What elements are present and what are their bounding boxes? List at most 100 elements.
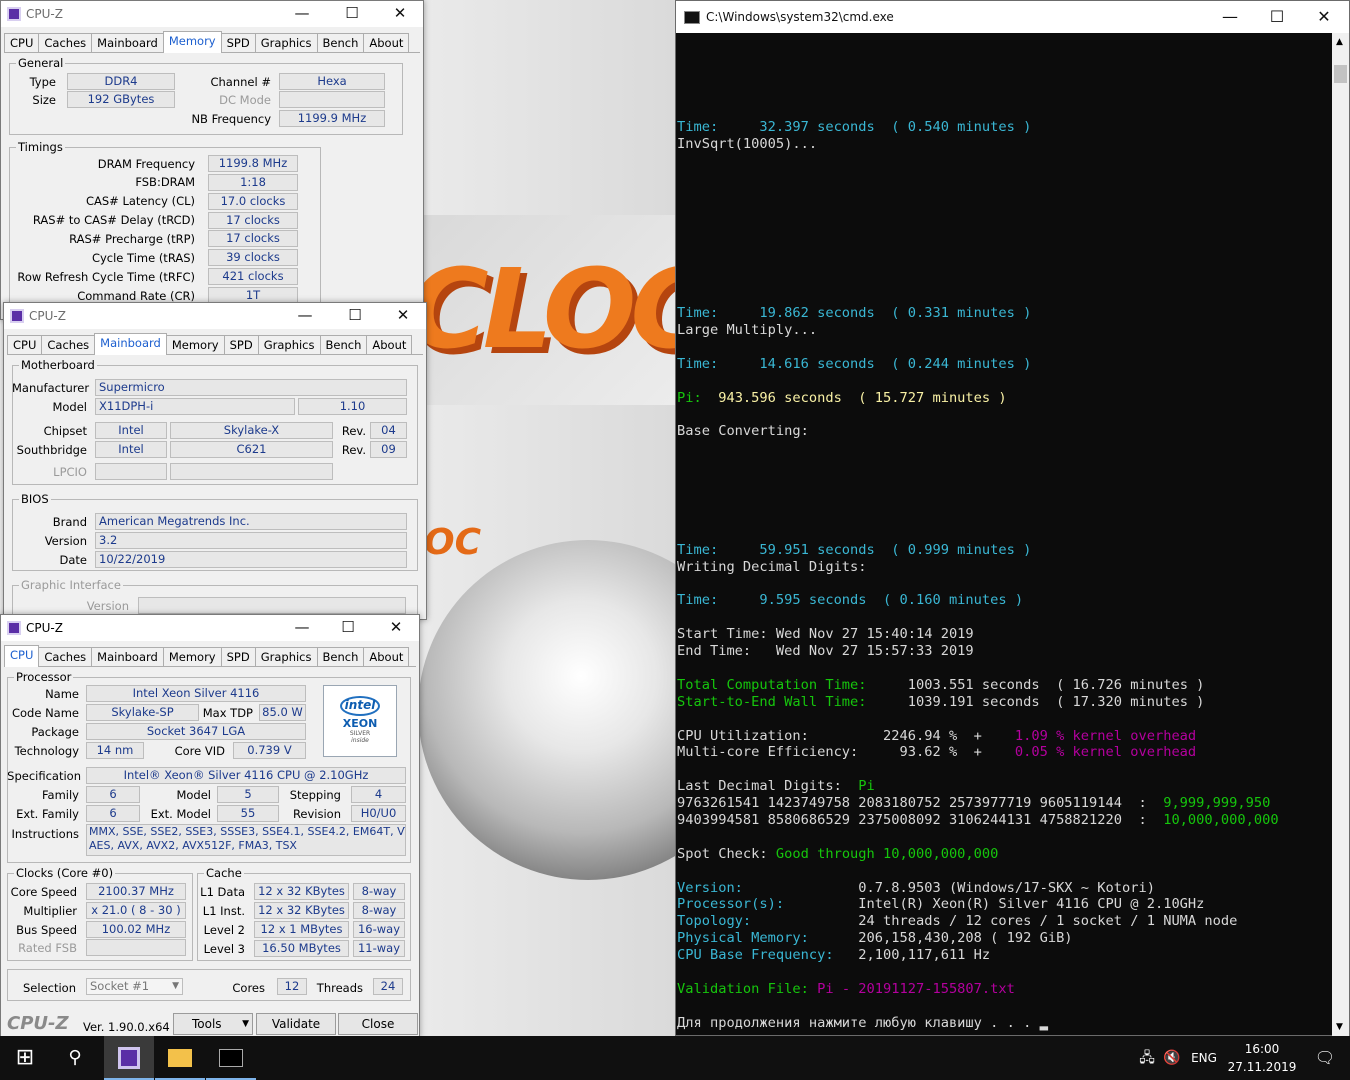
tab-graphics[interactable]: Graphics — [254, 647, 318, 666]
validate-button[interactable]: Validate — [256, 1013, 336, 1035]
tab-graphics[interactable]: Graphics — [254, 33, 318, 52]
scroll-up-icon[interactable]: ▲ — [1336, 37, 1343, 47]
cpuz-memory-window[interactable]: CPU-Z — ☐ ✕ CPU Caches Mainboard Memory … — [0, 0, 424, 320]
console-text: 9403994581 8580686529 2375008092 3106244… — [677, 811, 1164, 828]
network-icon[interactable]: 🖧 — [1135, 1036, 1159, 1080]
maximize-button[interactable]: ☐ — [332, 303, 378, 329]
console-text: End Time: Wed Nov 27 15:57:33 2019 — [677, 643, 974, 660]
console-text: 2,100,117,611 Hz — [858, 947, 991, 964]
selection-dropdown[interactable]: Socket #1 ▼ — [86, 978, 183, 995]
clock-date: 27.11.2019 — [1227, 1060, 1297, 1074]
maximize-button[interactable]: ☐ — [325, 615, 371, 641]
tab-cpu[interactable]: CPU — [7, 335, 43, 354]
tab-graphics[interactable]: Graphics — [257, 335, 321, 354]
console-text: Validation File: — [677, 980, 818, 997]
close-button[interactable]: ✕ — [1300, 1, 1348, 33]
model-value: 5 — [217, 786, 279, 803]
tab-memory[interactable]: Memory — [162, 647, 222, 666]
close-button[interactable]: ✕ — [377, 1, 423, 27]
cmd-window[interactable]: C:\Windows\system32\cmd.exe — ☐ ✕ Time: … — [675, 0, 1350, 1036]
brand-label: Brand — [52, 515, 87, 529]
notifications-icon[interactable]: 🗨 — [1300, 1036, 1350, 1080]
southbridge-vendor: Intel — [95, 441, 167, 458]
clock[interactable]: 16:00 27.11.2019 — [1222, 1040, 1302, 1076]
scrollbar-thumb[interactable] — [1334, 65, 1347, 83]
intel-logo-icon: intel — [340, 696, 380, 716]
tab-about[interactable]: About — [363, 33, 410, 52]
minimize-button[interactable]: — — [279, 615, 325, 641]
title-bar[interactable]: CPU-Z — ☐ ✕ — [4, 303, 426, 329]
console-text: Spot Check: — [677, 845, 776, 862]
close-button[interactable]: ✕ — [373, 615, 419, 641]
corevid-value: 0.739 V — [233, 742, 306, 759]
tab-spd[interactable]: SPD — [220, 33, 256, 52]
taskbar-explorer-icon[interactable] — [155, 1036, 205, 1080]
chipset-value: Skylake-X — [170, 422, 333, 439]
timing-label: FSB:DRAM — [135, 175, 195, 189]
tab-mainboard[interactable]: Mainboard — [91, 647, 164, 666]
title-bar[interactable]: C:\Windows\system32\cmd.exe — ☐ ✕ — [676, 1, 1349, 33]
title-bar[interactable]: CPU-Z — ☐ ✕ — [1, 1, 423, 27]
tools-button[interactable]: Tools ▼ — [173, 1013, 253, 1035]
console-line: Multi-core Efficiency: 93.62 % + 0.05 % … — [677, 744, 1332, 761]
console-text: Time: 32.397 seconds ( 0.540 minutes ) — [677, 119, 1032, 136]
selection-value: Socket #1 — [90, 979, 150, 993]
window-title: CPU-Z — [29, 309, 66, 323]
console-text: Total Computation Time: — [677, 676, 867, 693]
search-icon[interactable]: ⚲ — [50, 1036, 100, 1080]
cpuz-app-icon — [7, 7, 21, 21]
tab-caches[interactable]: Caches — [38, 647, 93, 666]
minimize-button[interactable]: — — [279, 1, 325, 27]
console-text: 1003.551 seconds ( 16.726 minutes ) — [866, 676, 1205, 693]
cpuz-mainboard-window[interactable]: CPU-Z — ☐ ✕ CPU Caches Mainboard Memory … — [3, 302, 427, 620]
console-line: InvSqrt(10005)... — [677, 136, 1332, 153]
minimize-button[interactable]: — — [1206, 1, 1254, 33]
taskbar-cpuz-icon[interactable] — [104, 1036, 154, 1080]
timing-label: CAS# Latency (CL) — [85, 194, 195, 208]
maxtdp-label: Max TDP — [202, 706, 253, 720]
tab-memory[interactable]: Memory — [165, 335, 225, 354]
tab-caches[interactable]: Caches — [41, 335, 96, 354]
console-output[interactable]: Time: 32.397 seconds ( 0.540 minutes ) In… — [677, 35, 1332, 1035]
maximize-button[interactable]: ☐ — [1253, 1, 1301, 33]
cpuz-cpu-window[interactable]: CPU-Z — ☐ ✕ CPU Caches Mainboard Memory … — [0, 614, 420, 1038]
cache-way: 11-way — [353, 940, 405, 957]
tab-bench[interactable]: Bench — [316, 647, 365, 666]
start-button[interactable]: ⊞ — [0, 1036, 50, 1080]
tab-mainboard[interactable]: Mainboard — [94, 333, 167, 355]
tab-spd[interactable]: SPD — [223, 335, 259, 354]
close-button[interactable]: ✕ — [380, 303, 426, 329]
tab-cpu[interactable]: CPU — [4, 33, 40, 52]
volume-muted-icon[interactable]: 🔇 — [1160, 1036, 1184, 1080]
tab-memory[interactable]: Memory — [162, 31, 222, 53]
language-indicator[interactable]: ENG — [1186, 1036, 1222, 1080]
tab-bench[interactable]: Bench — [319, 335, 368, 354]
console-text: Processor(s): — [677, 896, 859, 913]
corespeed-label: Core Speed — [10, 885, 77, 899]
tab-mainboard[interactable]: Mainboard — [91, 33, 164, 52]
title-bar[interactable]: CPU-Z — ☐ ✕ — [1, 615, 419, 641]
dcmode-value — [279, 91, 385, 108]
multiplier-value: x 21.0 ( 8 - 30 ) — [86, 902, 186, 919]
tab-about[interactable]: About — [366, 335, 413, 354]
close-button[interactable]: Close — [338, 1013, 418, 1035]
scroll-down-icon[interactable]: ▼ — [1336, 1022, 1343, 1032]
minimize-button[interactable]: — — [282, 303, 328, 329]
console-text: Pi - 20191127-155807.txt — [817, 980, 1015, 997]
maximize-button[interactable]: ☐ — [329, 1, 375, 27]
silver-label: SILVER — [349, 730, 371, 737]
tab-about[interactable]: About — [363, 647, 410, 666]
tab-cpu[interactable]: CPU — [4, 645, 40, 667]
taskbar-cmd-icon[interactable] — [206, 1036, 256, 1080]
vertical-scrollbar[interactable]: ▲ ▼ — [1332, 33, 1349, 1036]
tab-caches[interactable]: Caches — [38, 33, 93, 52]
tab-spd[interactable]: SPD — [220, 647, 256, 666]
tab-bench[interactable]: Bench — [316, 33, 365, 52]
group-title: Graphic Interface — [19, 578, 123, 592]
